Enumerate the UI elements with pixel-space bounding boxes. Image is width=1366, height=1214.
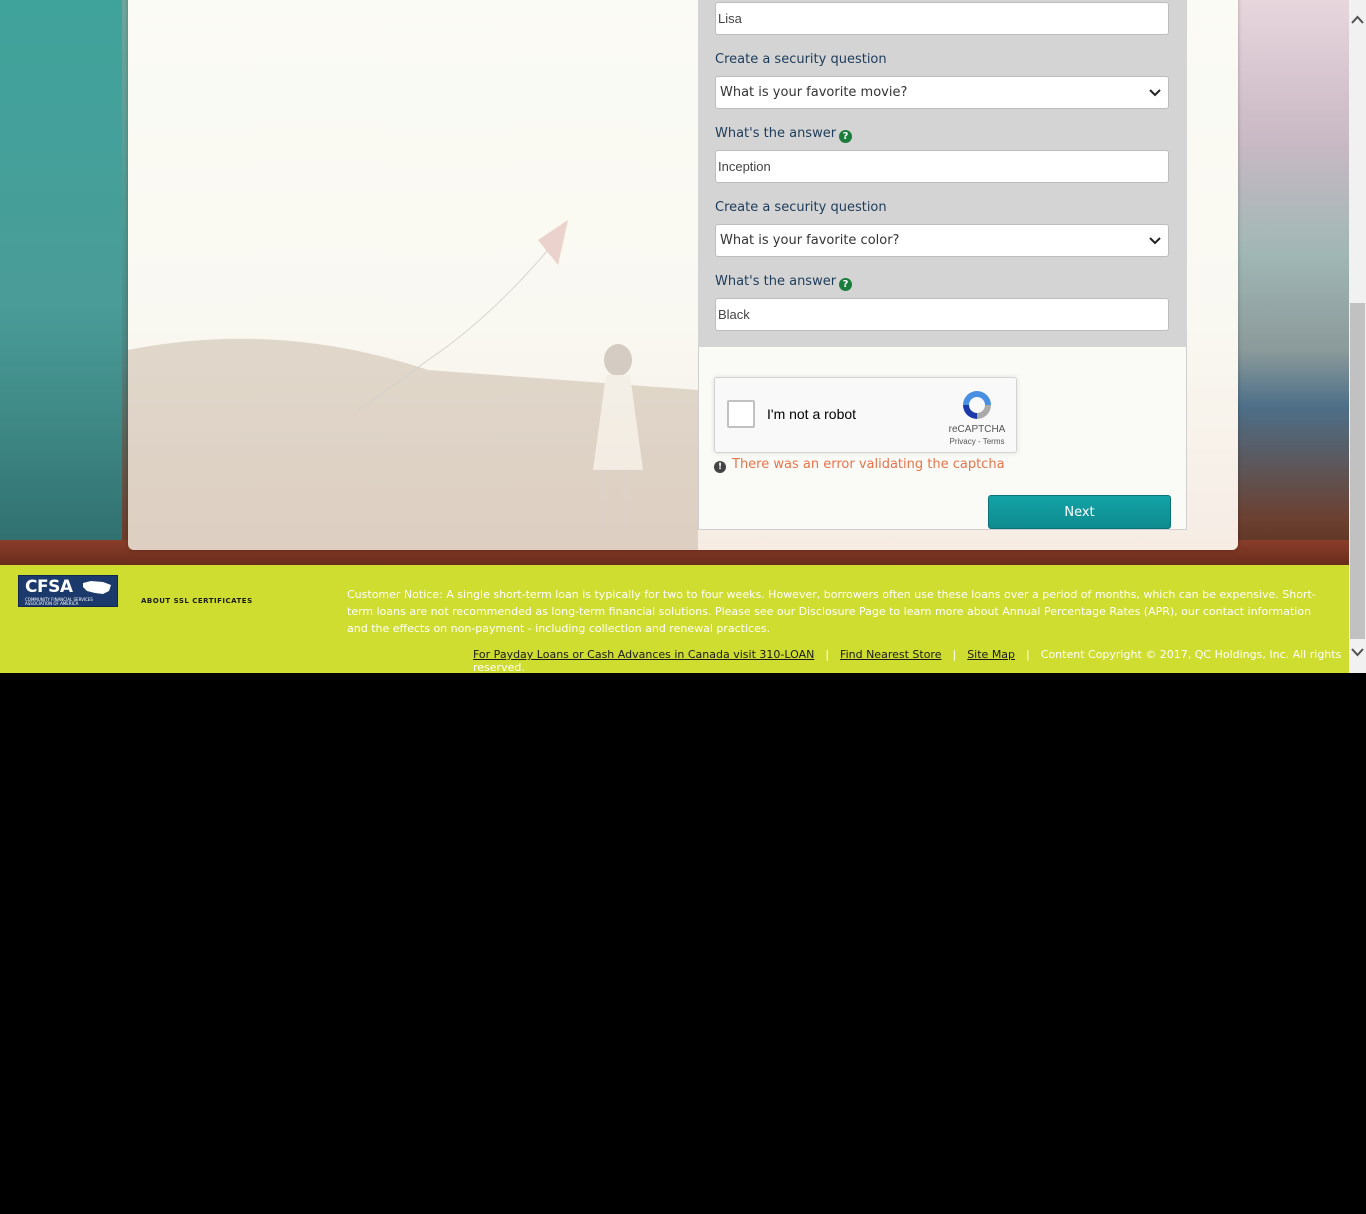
- scrollbar-thumb[interactable]: [1350, 303, 1365, 639]
- cfsa-logo[interactable]: CFSA COMMUNITY FINANCIAL SERVICES ASSOCI…: [18, 575, 118, 607]
- cfsa-logo-subtitle: COMMUNITY FINANCIAL SERVICES ASSOCIATION…: [25, 597, 93, 606]
- recaptcha-checkbox[interactable]: [727, 400, 755, 428]
- usa-map-icon: [83, 581, 111, 594]
- browser-viewport: Create a security question What is your …: [0, 0, 1366, 673]
- footer-separator: |: [825, 648, 830, 661]
- error-icon: !: [714, 461, 726, 473]
- chevron-down-icon: [1149, 237, 1161, 245]
- scroll-up-icon[interactable]: [1349, 12, 1366, 29]
- customer-notice: Customer Notice: A single short-term loa…: [347, 588, 1316, 635]
- name-input[interactable]: [715, 2, 1169, 35]
- footer-separator: |: [952, 648, 957, 661]
- answer-2-input[interactable]: [715, 298, 1169, 331]
- footer-links: For Payday Loans or Cash Advances in Can…: [473, 648, 1349, 673]
- help-icon[interactable]: ?: [839, 130, 853, 143]
- vertical-scrollbar[interactable]: [1349, 0, 1366, 673]
- answer-1-label: What's the answer?: [715, 126, 853, 143]
- recaptcha-brand: reCAPTCHA: [948, 424, 1006, 435]
- captcha-error-message: ! There was an error validating the captc…: [714, 457, 1005, 473]
- recaptcha-label: I'm not a robot: [767, 406, 857, 422]
- find-store-link[interactable]: Find Nearest Store: [840, 648, 941, 661]
- security-question-2-select[interactable]: What is your favorite color?: [715, 224, 1169, 257]
- answer-2-label-text: What's the answer: [715, 274, 837, 289]
- security-question-1-value: What is your favorite movie?: [720, 85, 908, 100]
- security-question-2-label: Create a security question: [715, 200, 887, 215]
- ssl-certificates-link[interactable]: ABOUT SSL CERTIFICATES: [141, 597, 253, 605]
- footer-separator: |: [1026, 648, 1030, 661]
- site-map-link[interactable]: Site Map: [967, 648, 1015, 661]
- background-left: [0, 0, 122, 553]
- cfsa-logo-text: CFSA: [25, 577, 73, 597]
- next-button[interactable]: Next: [988, 495, 1171, 529]
- kite-girl-image: [128, 220, 698, 550]
- help-icon[interactable]: ?: [839, 278, 853, 291]
- security-question-1-label: Create a security question: [715, 52, 887, 67]
- site-footer: CFSA COMMUNITY FINANCIAL SERVICES ASSOCI…: [0, 565, 1349, 673]
- recaptcha-icon: [963, 391, 991, 419]
- answer-1-input[interactable]: [715, 150, 1169, 183]
- answer-2-label: What's the answer?: [715, 274, 853, 291]
- recaptcha-links[interactable]: Privacy - Terms: [937, 437, 1017, 446]
- background-right: [1236, 0, 1349, 565]
- security-question-2-value: What is your favorite color?: [720, 233, 900, 248]
- scroll-down-icon[interactable]: [1349, 643, 1366, 660]
- answer-1-label-text: What's the answer: [715, 126, 837, 141]
- security-question-1-select[interactable]: What is your favorite movie?: [715, 76, 1169, 109]
- recaptcha-widget: I'm not a robot reCAPTCHA Privacy - Term…: [714, 377, 1017, 453]
- canada-loans-link[interactable]: For Payday Loans or Cash Advances in Can…: [473, 648, 814, 661]
- chevron-down-icon: [1149, 89, 1161, 97]
- captcha-error-text: There was an error validating the captch…: [732, 457, 1005, 472]
